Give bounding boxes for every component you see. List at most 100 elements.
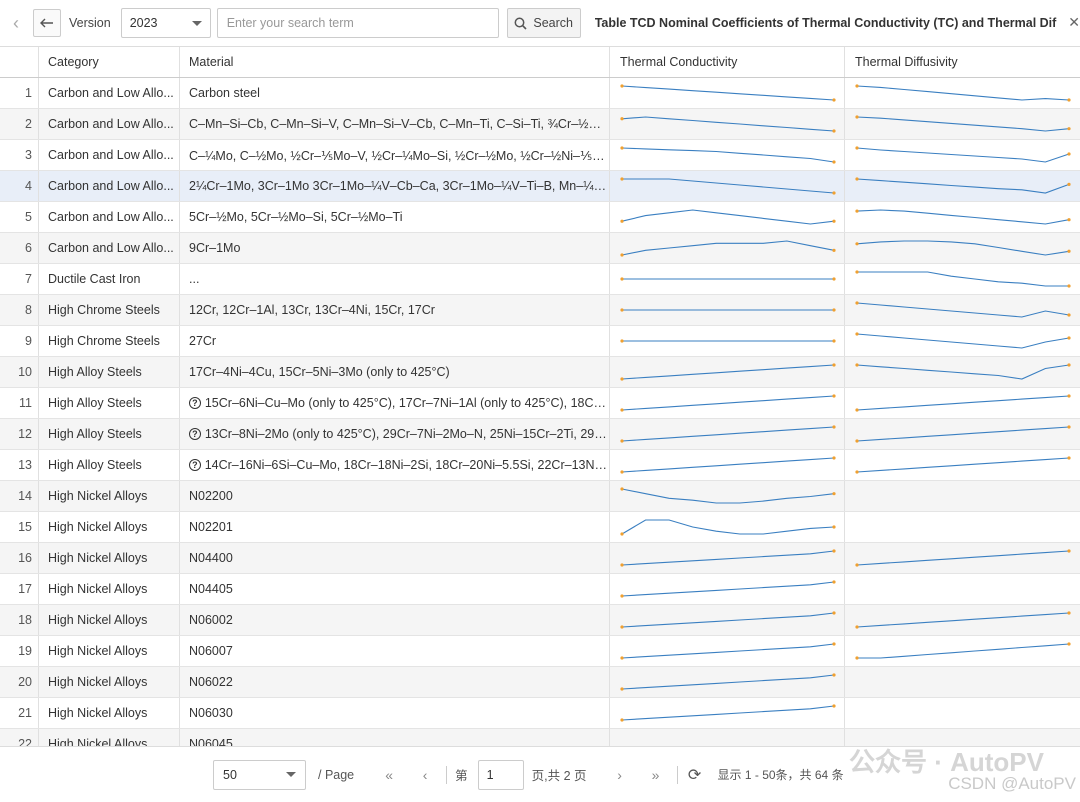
thermal-conductivity-sparkline — [620, 425, 836, 443]
last-page-icon[interactable]: » — [645, 767, 667, 783]
sparkline-marker — [832, 160, 836, 164]
material-cell: Carbon steel — [179, 78, 609, 108]
prev-page-icon[interactable]: ‹ — [414, 767, 436, 783]
refresh-icon[interactable]: ⟳ — [684, 765, 706, 785]
table-row[interactable]: 10 High Alloy Steels 17Cr–4Ni–4Cu, 15Cr–5N… — [0, 357, 1080, 388]
table-row[interactable]: 12 High Alloy Steels? 13Cr–8Ni–2Mo (only t… — [0, 419, 1080, 450]
table-row[interactable]: 6 Carbon and Low Allo... 9Cr–1Mo — [0, 233, 1080, 264]
help-icon[interactable]: ? — [189, 428, 201, 440]
thermal-conductivity-sparkline — [620, 642, 836, 660]
chevron-left-icon[interactable]: ‹ — [2, 9, 30, 37]
header-category[interactable]: Category — [38, 47, 179, 77]
thermal-conductivity-sparkline — [620, 277, 836, 281]
sparkline-path — [621, 457, 835, 473]
sparkline-marker — [1067, 98, 1071, 102]
header-thermal-conductivity[interactable]: Thermal Conductivity — [609, 47, 844, 77]
search-input[interactable] — [216, 8, 499, 38]
row-number: 10 — [18, 365, 32, 379]
sparkline-marker — [1067, 284, 1071, 288]
thermal-conductivity-cell — [609, 729, 844, 746]
table-row[interactable]: 15 High Nickel Alloys N02201 — [0, 512, 1080, 543]
category-text: High Nickel Alloys — [48, 675, 148, 689]
sparkline-path — [621, 147, 835, 163]
help-icon[interactable]: ? — [189, 397, 201, 409]
table-row[interactable]: 16 High Nickel Alloys N04400 — [0, 543, 1080, 574]
thermal-diffusivity-sparkline — [855, 549, 1071, 567]
sparkline-path — [856, 147, 1070, 163]
back-button[interactable] — [33, 9, 61, 37]
sparkline-marker — [620, 308, 624, 312]
sparkline-marker — [832, 277, 836, 281]
row-number: 2 — [25, 117, 32, 131]
row-number: 9 — [25, 334, 32, 348]
search-button[interactable]: Search — [506, 8, 581, 38]
thermal-diffusivity-cell — [844, 450, 1080, 480]
thermal-diffusivity-cell — [844, 264, 1080, 294]
table-row[interactable]: 14 High Nickel Alloys N02200 — [0, 481, 1080, 512]
thermal-diffusivity-cell — [844, 667, 1080, 697]
category-cell: High Chrome Steels — [38, 326, 179, 356]
table-row[interactable]: 13 High Alloy Steels? 14Cr–16Ni–6Si–Cu–Mo,… — [0, 450, 1080, 481]
toolbar: ‹ Version 2023 Search Table TCD Nominal … — [0, 0, 1080, 46]
thermal-conductivity-cell — [609, 512, 844, 542]
category-text: High Nickel Alloys — [48, 551, 148, 565]
category-text: High Alloy Steels — [48, 365, 142, 379]
table-row[interactable]: 2 Carbon and Low Allo... C–Mn–Si–Cb, C–Mn–… — [0, 109, 1080, 140]
help-icon[interactable]: ? — [189, 459, 201, 471]
page-size-select[interactable]: 50 — [213, 759, 306, 790]
close-icon[interactable]: ✕ — [1068, 14, 1080, 31]
sparkline-path — [621, 674, 835, 690]
thermal-conductivity-sparkline — [620, 456, 836, 474]
page-total: 页,共 2 页 — [531, 769, 587, 783]
table-row[interactable]: 18 High Nickel Alloys N06002 — [0, 605, 1080, 636]
table-row[interactable]: 4 Carbon and Low Allo... 2¼Cr–1Mo, 3Cr–1Mo… — [0, 171, 1080, 202]
table-row[interactable]: 17 High Nickel Alloys N04405 — [0, 574, 1080, 605]
sparkline-marker — [620, 594, 624, 598]
sparkline-path — [856, 116, 1070, 132]
thermal-conductivity-cell — [609, 698, 844, 728]
category-text: High Nickel Alloys — [48, 520, 148, 534]
thermal-diffusivity-cell — [844, 698, 1080, 728]
thermal-diffusivity-sparkline — [855, 671, 1071, 693]
header-material[interactable]: Material — [179, 47, 609, 77]
sparkline-path — [856, 395, 1070, 411]
category-text: Ductile Cast Iron — [48, 272, 141, 286]
thermal-diffusivity-cell — [844, 202, 1080, 232]
material-text: N06045 — [189, 737, 233, 746]
material-cell: 17Cr–4Ni–4Cu, 15Cr–5Ni–3Mo (only to 425°… — [179, 357, 609, 387]
table-row[interactable]: 3 Carbon and Low Allo... C–¼Mo, C–½Mo, ½Cr… — [0, 140, 1080, 171]
table-row[interactable]: 19 High Nickel Alloys N06007 — [0, 636, 1080, 667]
thermal-diffusivity-cell — [844, 78, 1080, 108]
category-cell: High Chrome Steels — [38, 295, 179, 325]
table-body: 1 Carbon and Low Allo... Carbon steel 2 Carb… — [0, 78, 1080, 746]
table-row[interactable]: 5 Carbon and Low Allo... 5Cr–½Mo, 5Cr–½Mo–… — [0, 202, 1080, 233]
thermal-diffusivity-sparkline — [855, 456, 1071, 474]
sparkline-path — [621, 705, 835, 721]
thermal-conductivity-sparkline — [620, 394, 836, 412]
thermal-conductivity-sparkline — [620, 487, 836, 504]
table-row[interactable]: 11 High Alloy Steels? 15Cr–6Ni–Cu–Mo (only… — [0, 388, 1080, 419]
category-cell: High Nickel Alloys — [38, 636, 179, 666]
material-text: 2¼Cr–1Mo, 3Cr–1Mo 3Cr–1Mo–¼V–Cb–Ca, 3Cr–… — [189, 179, 609, 193]
search-icon — [514, 17, 527, 30]
header-rownum — [0, 47, 38, 77]
table-row[interactable]: 8 High Chrome Steels 12Cr, 12Cr–1Al, 13Cr,… — [0, 295, 1080, 326]
thermal-diffusivity-sparkline — [855, 394, 1071, 412]
sparkline-marker — [832, 425, 836, 429]
table-row[interactable]: 1 Carbon and Low Allo... Carbon steel — [0, 78, 1080, 109]
category-cell: Ductile Cast Iron — [38, 264, 179, 294]
thermal-conductivity-cell — [609, 636, 844, 666]
version-select[interactable]: 2023 — [120, 8, 211, 38]
row-number: 20 — [18, 675, 32, 689]
sparkline-marker — [620, 219, 624, 223]
table-row[interactable]: 9 High Chrome Steels 27Cr — [0, 326, 1080, 357]
table-row[interactable]: 21 High Nickel Alloys N06030 — [0, 698, 1080, 729]
header-thermal-diffusivity[interactable]: Thermal Diffusivity — [844, 47, 1080, 77]
next-page-icon[interactable]: › — [609, 767, 631, 783]
table-row[interactable]: 7 Ductile Cast Iron... — [0, 264, 1080, 295]
material-cell: ? 13Cr–8Ni–2Mo (only to 425°C), 29Cr–7Ni–… — [179, 419, 609, 449]
first-page-icon[interactable]: « — [378, 767, 400, 783]
table-row[interactable]: 20 High Nickel Alloys N06022 — [0, 667, 1080, 698]
category-cell: Carbon and Low Allo... — [38, 78, 179, 108]
page-number-input[interactable] — [477, 759, 524, 790]
